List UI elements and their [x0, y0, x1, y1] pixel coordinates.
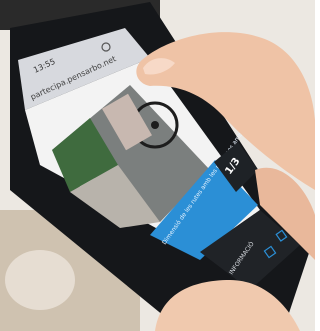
- wheelchair-hub: [151, 121, 159, 129]
- phone-photo-scene: 13:55 partecipa.pensarbo.net Dimensió de…: [0, 0, 315, 331]
- photo-frame: 13:55 partecipa.pensarbo.net Dimensió de…: [0, 0, 315, 331]
- glass-reflection: [5, 250, 75, 310]
